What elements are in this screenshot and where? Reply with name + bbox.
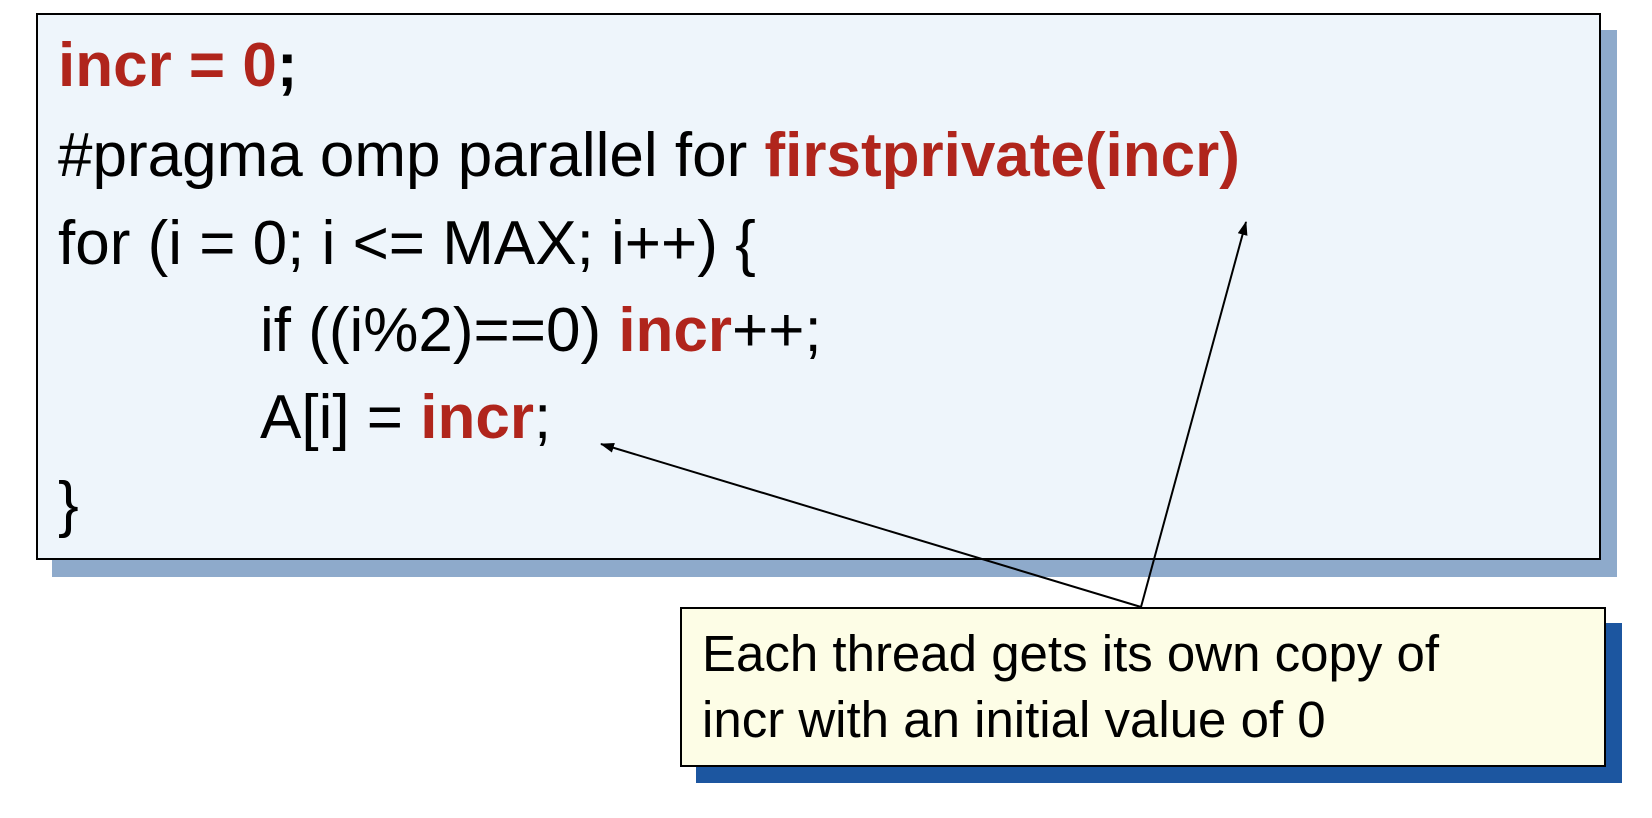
assign-target: A[i] = xyxy=(260,383,421,452)
firstprivate-clause: firstprivate(incr) xyxy=(764,121,1240,190)
note-line-2: incr with an initial value of 0 xyxy=(702,691,1326,748)
semicolon: ; xyxy=(533,383,552,452)
semicolon: ; xyxy=(276,31,298,100)
callout-note: Each thread gets its own copy of incr wi… xyxy=(680,607,1606,767)
code-line-init: incr = 0; xyxy=(58,35,298,97)
increment-op: ++; xyxy=(732,296,822,365)
slide-canvas: incr = 0; #pragma omp parallel for first… xyxy=(0,0,1652,818)
pragma-text: #pragma omp parallel for xyxy=(58,121,765,190)
code-line-assign: A[i] = incr; xyxy=(260,387,551,449)
code-line-close-brace: } xyxy=(58,470,79,539)
incr-var: incr xyxy=(618,296,733,365)
if-condition: if ((i%2)==0) xyxy=(260,296,619,365)
code-line-for: for (i = 0; i <= MAX; i++) { xyxy=(58,209,756,278)
code-line-pragma: #pragma omp parallel for firstprivate(in… xyxy=(58,125,1240,187)
note-line-1: Each thread gets its own copy of xyxy=(702,625,1440,682)
incr-init: incr = 0 xyxy=(58,31,277,100)
incr-var: incr xyxy=(420,383,534,452)
code-line-if: if ((i%2)==0) incr++; xyxy=(260,300,822,362)
code-box: incr = 0; #pragma omp parallel for first… xyxy=(36,13,1601,560)
